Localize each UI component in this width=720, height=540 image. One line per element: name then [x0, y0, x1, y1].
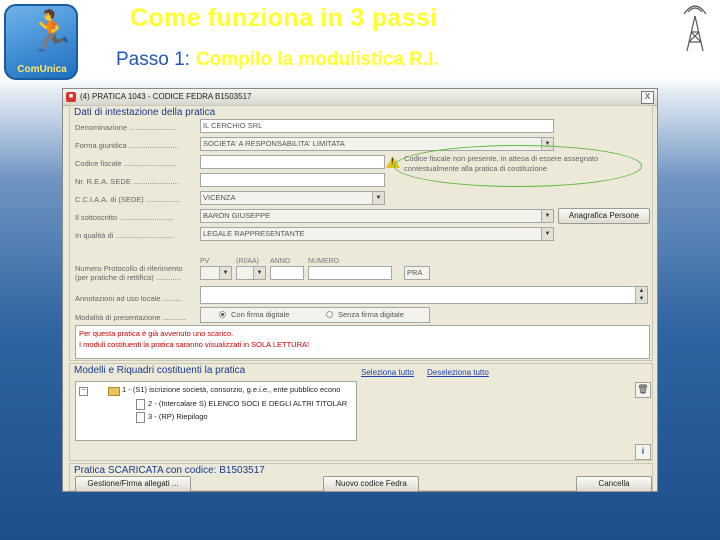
sottoscritto-label: Il sottoscritto ........................…	[75, 213, 174, 222]
chevron-down-icon[interactable]: ▼	[541, 228, 553, 240]
protocollo-label: Numero Protocollo di riferimento	[75, 264, 183, 273]
highlight-ellipse	[394, 145, 642, 187]
chevron-down-icon[interactable]: ▼	[372, 192, 384, 204]
sottoscritto-value: BARON GIUSEPPE	[203, 211, 271, 220]
chevron-down-icon[interactable]: ▼	[253, 267, 265, 279]
codice-fiscale-field[interactable]	[200, 155, 385, 169]
intestazione-group: Dati di intestazione della pratica Denom…	[69, 105, 653, 361]
running-man-icon: 🏃	[26, 9, 76, 55]
riaa-label: (RI/AA)	[236, 258, 259, 265]
numero-field[interactable]	[308, 266, 392, 280]
chevron-down-icon[interactable]: ▼	[219, 267, 231, 279]
cancella-button[interactable]: Cancella	[576, 476, 652, 492]
chevron-down-icon[interactable]: ▼	[541, 210, 553, 222]
denominazione-field[interactable]: IL CERCHIO SRL	[200, 119, 554, 133]
intestazione-title: Dati di intestazione della pratica	[74, 107, 216, 118]
senza-firma-radio[interactable]	[326, 311, 333, 318]
subtitle-rest: Compilo la modulistica R.I.	[195, 49, 439, 70]
forma-giuridica-value: SOCIETA' A RESPONSABILITA' LIMITATA	[203, 139, 345, 148]
document-icon	[136, 412, 145, 423]
comunica-logo: 🏃 ComUnica	[4, 4, 78, 80]
rea-label: Nr. R.E.A. SEDE ......................	[75, 177, 179, 186]
sottoscritto-select[interactable]: BARON GIUSEPPE ▼	[200, 209, 554, 223]
document-icon	[136, 399, 145, 410]
seleziona-tutto-link[interactable]: Seleziona tutto	[361, 368, 414, 377]
protocollo-sublabel: (per pratiche di rettifica) ............	[75, 273, 181, 282]
scaricata-title: Pratica SCARICATA con codice: B1503517	[74, 465, 265, 476]
annotazioni-field[interactable]: ▲ ▼	[200, 286, 648, 304]
modelli-group: Modelli e Riquadri costituenti la pratic…	[69, 363, 653, 461]
nuovo-codice-fedra-button[interactable]: Nuovo codice Fedra	[323, 476, 419, 492]
collapse-icon[interactable]: −	[79, 387, 88, 396]
cciaa-value: VICENZA	[203, 193, 236, 202]
scroll-down-icon[interactable]: ▼	[635, 295, 647, 303]
modelli-title: Modelli e Riquadri costituenti la pratic…	[74, 365, 246, 376]
tree-item[interactable]: 2 - (Intercalare S) ELENCO SOCI E DEGLI …	[148, 399, 347, 408]
anno-label: ANNO	[270, 258, 291, 265]
qualita-select[interactable]: LEGALE RAPPRESENTANTE ▼	[200, 227, 554, 241]
modelli-tree: − 1 - (S1) iscrizione società, consorzio…	[75, 381, 357, 441]
tree-item[interactable]: 1 - (S1) iscrizione società, consorzio, …	[122, 385, 340, 394]
gestione-allegati-button[interactable]: Gestione/Firma allegati ...	[75, 476, 191, 492]
pratica-window: ■ (4) PRATICA 1043 - CODICE FEDRA B15035…	[62, 88, 658, 492]
con-firma-label: Con firma digitale	[231, 310, 290, 319]
pv-select[interactable]: ▼	[200, 266, 232, 280]
slide-subtitle: Passo 1: Compilo la modulistica R.I.	[116, 49, 439, 71]
qualita-label: In qualità di ..........................…	[75, 231, 174, 240]
slide-title: Come funziona in 3 passi	[130, 4, 438, 32]
subtitle-step: Passo 1:	[116, 49, 190, 70]
anagrafica-persone-button[interactable]: Anagrafica Persone	[558, 208, 650, 224]
deseleziona-tutto-link[interactable]: Deseleziona tutto	[427, 368, 489, 377]
scarico-notice: Per questa pratica è già avvenuto uno sc…	[75, 325, 650, 359]
window-titlebar: ■ (4) PRATICA 1043 - CODICE FEDRA B15035…	[63, 89, 657, 106]
codice-fiscale-label: Codice fiscale .........................	[75, 159, 176, 168]
modalita-label: Modalità di presentazione ...........	[75, 313, 186, 322]
app-icon: ■	[66, 92, 76, 102]
info-icon[interactable]: i	[635, 444, 651, 460]
radio-tower-icon	[683, 5, 707, 52]
notice-line-1: Per questa pratica è già avvenuto uno sc…	[79, 329, 234, 338]
notice-line-2: I moduli costituenti la pratica saranno …	[79, 340, 310, 349]
con-firma-radio[interactable]	[219, 311, 226, 318]
pv-label: PV	[200, 258, 210, 265]
folder-icon	[108, 387, 120, 396]
pra-field: PRA	[404, 266, 430, 280]
logo-text: ComUnica	[17, 64, 67, 75]
rea-field[interactable]	[200, 173, 385, 187]
denominazione-label: Denominazione .......................	[75, 123, 178, 132]
senza-firma-label: Senza firma digitale	[338, 310, 404, 319]
scroll-up-icon[interactable]: ▲	[635, 287, 647, 295]
window-title: (4) PRATICA 1043 - CODICE FEDRA B1503517	[80, 92, 252, 101]
anno-field[interactable]	[270, 266, 304, 280]
qualita-value: LEGALE RAPPRESENTANTE	[203, 229, 305, 238]
trash-icon[interactable]: 🗑	[635, 382, 651, 398]
scaricata-group: Pratica SCARICATA con codice: B1503517 G…	[69, 463, 653, 492]
close-button[interactable]: X	[641, 91, 654, 104]
cciaa-label: C.C.I.A.A. di (SEDE) ................	[75, 195, 180, 204]
cciaa-select[interactable]: VICENZA ▼	[200, 191, 385, 205]
forma-giuridica-label: Forma giuridica ........................	[75, 141, 179, 150]
numero-label: NUMERO	[308, 258, 340, 265]
tree-item[interactable]: 3 - (RP) Riepilogo	[148, 412, 208, 421]
annotazioni-label: Annotazioni ad uso locale .........	[75, 294, 182, 303]
modalita-box: Con firma digitale Senza firma digitale	[200, 307, 430, 323]
riaa-select[interactable]: ▼	[236, 266, 266, 280]
